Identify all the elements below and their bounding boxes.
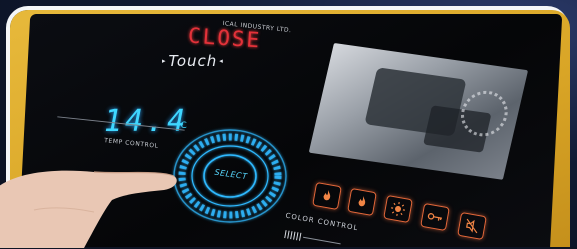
color-button-4[interactable] (420, 203, 450, 231)
touch-text: Touch (169, 52, 218, 70)
sun-icon (389, 200, 408, 219)
color-button-1[interactable] (312, 182, 342, 210)
mute-icon (463, 217, 482, 236)
key-icon (426, 208, 445, 227)
close-button[interactable]: CLOSE (187, 23, 262, 52)
color-button-3[interactable] (383, 195, 413, 223)
arrow-right-icon: ▸ (162, 57, 167, 65)
arrow-left-icon: ◂ (219, 57, 224, 65)
flame-icon (318, 187, 337, 206)
flame-icon (353, 193, 372, 212)
finger-hand (0, 150, 182, 248)
color-button-5[interactable] (457, 212, 487, 240)
touch-label: ▸ Touch ◂ (162, 52, 224, 70)
color-button-2[interactable] (347, 188, 377, 216)
